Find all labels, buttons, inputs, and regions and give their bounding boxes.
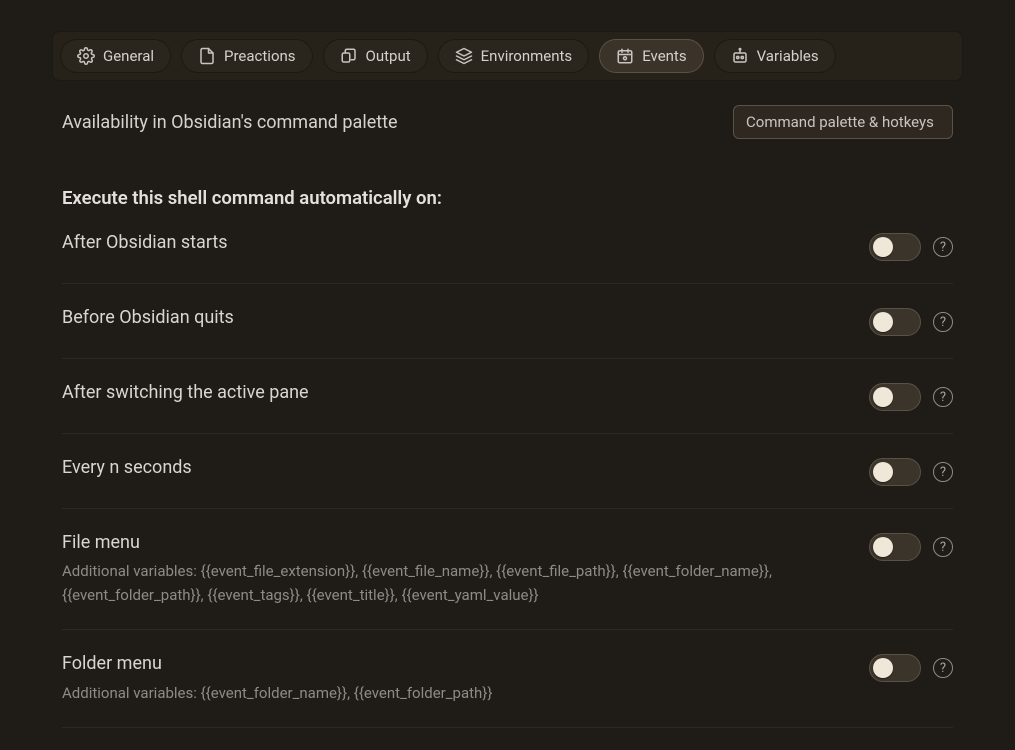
bot-icon [731,47,749,65]
toggle-knob [873,237,893,257]
tab-events[interactable]: Events [599,39,703,73]
setting-name: Folder menu [62,652,845,676]
tab-label: Environments [481,47,573,65]
dropdown-value: Command palette & hotkeys [746,113,934,131]
help-icon[interactable]: ? [933,312,953,332]
setting-description: Additional variables: {{event_file_exten… [62,559,822,607]
file-icon [198,47,216,65]
availability-row: Availability in Obsidian's command palet… [62,105,953,139]
availability-label: Availability in Obsidian's command palet… [62,112,398,133]
toggle-knob [873,658,893,678]
setting-name: After switching the active pane [62,381,845,405]
help-icon[interactable]: ? [933,658,953,678]
toggle-knob [873,387,893,407]
toggle-knob [873,537,893,557]
output-icon [340,47,358,65]
setting-file-menu: File menu Additional variables: {{event_… [62,509,953,630]
setting-name: Every n seconds [62,456,845,480]
availability-dropdown[interactable]: Command palette & hotkeys [733,105,953,139]
setting-name: Before Obsidian quits [62,306,845,330]
toggle-after-start[interactable] [869,233,921,261]
setting-description: Additional variables: {{event_folder_nam… [62,681,822,705]
setting-folder-menu: Folder menu Additional variables: {{even… [62,630,953,727]
tab-label: Variables [757,47,819,65]
setting-name: After Obsidian starts [62,231,845,255]
tab-output[interactable]: Output [323,39,428,73]
tab-label: Preactions [224,47,296,65]
setting-before-quit: Before Obsidian quits ? [62,284,953,359]
setting-after-start: After Obsidian starts ? [62,209,953,284]
help-icon[interactable]: ? [933,462,953,482]
layers-icon [455,47,473,65]
tab-preactions[interactable]: Preactions [181,39,313,73]
tab-label: Events [642,47,686,65]
help-icon[interactable]: ? [933,387,953,407]
tab-variables[interactable]: Variables [714,39,836,73]
tab-label: Output [366,47,411,65]
tab-general[interactable]: General [60,39,171,73]
toggle-folder-menu[interactable] [869,654,921,682]
toggle-knob [873,312,893,332]
toggle-switch-pane[interactable] [869,383,921,411]
setting-editor-menu: Editor menu ? [62,728,953,750]
toggle-knob [873,462,893,482]
section-title: Execute this shell command automatically… [62,187,953,209]
setting-switch-pane: After switching the active pane ? [62,359,953,434]
help-icon[interactable]: ? [933,237,953,257]
gear-icon [77,47,95,65]
calendar-icon [616,47,634,65]
tab-environments[interactable]: Environments [438,39,590,73]
toggle-file-menu[interactable] [869,533,921,561]
toggle-before-quit[interactable] [869,308,921,336]
tab-bar: General Preactions Output Environments E… [52,31,963,81]
help-icon[interactable]: ? [933,537,953,557]
setting-every-n: Every n seconds ? [62,434,953,509]
setting-name: File menu [62,531,845,555]
toggle-every-n[interactable] [869,458,921,486]
tab-label: General [103,47,154,65]
